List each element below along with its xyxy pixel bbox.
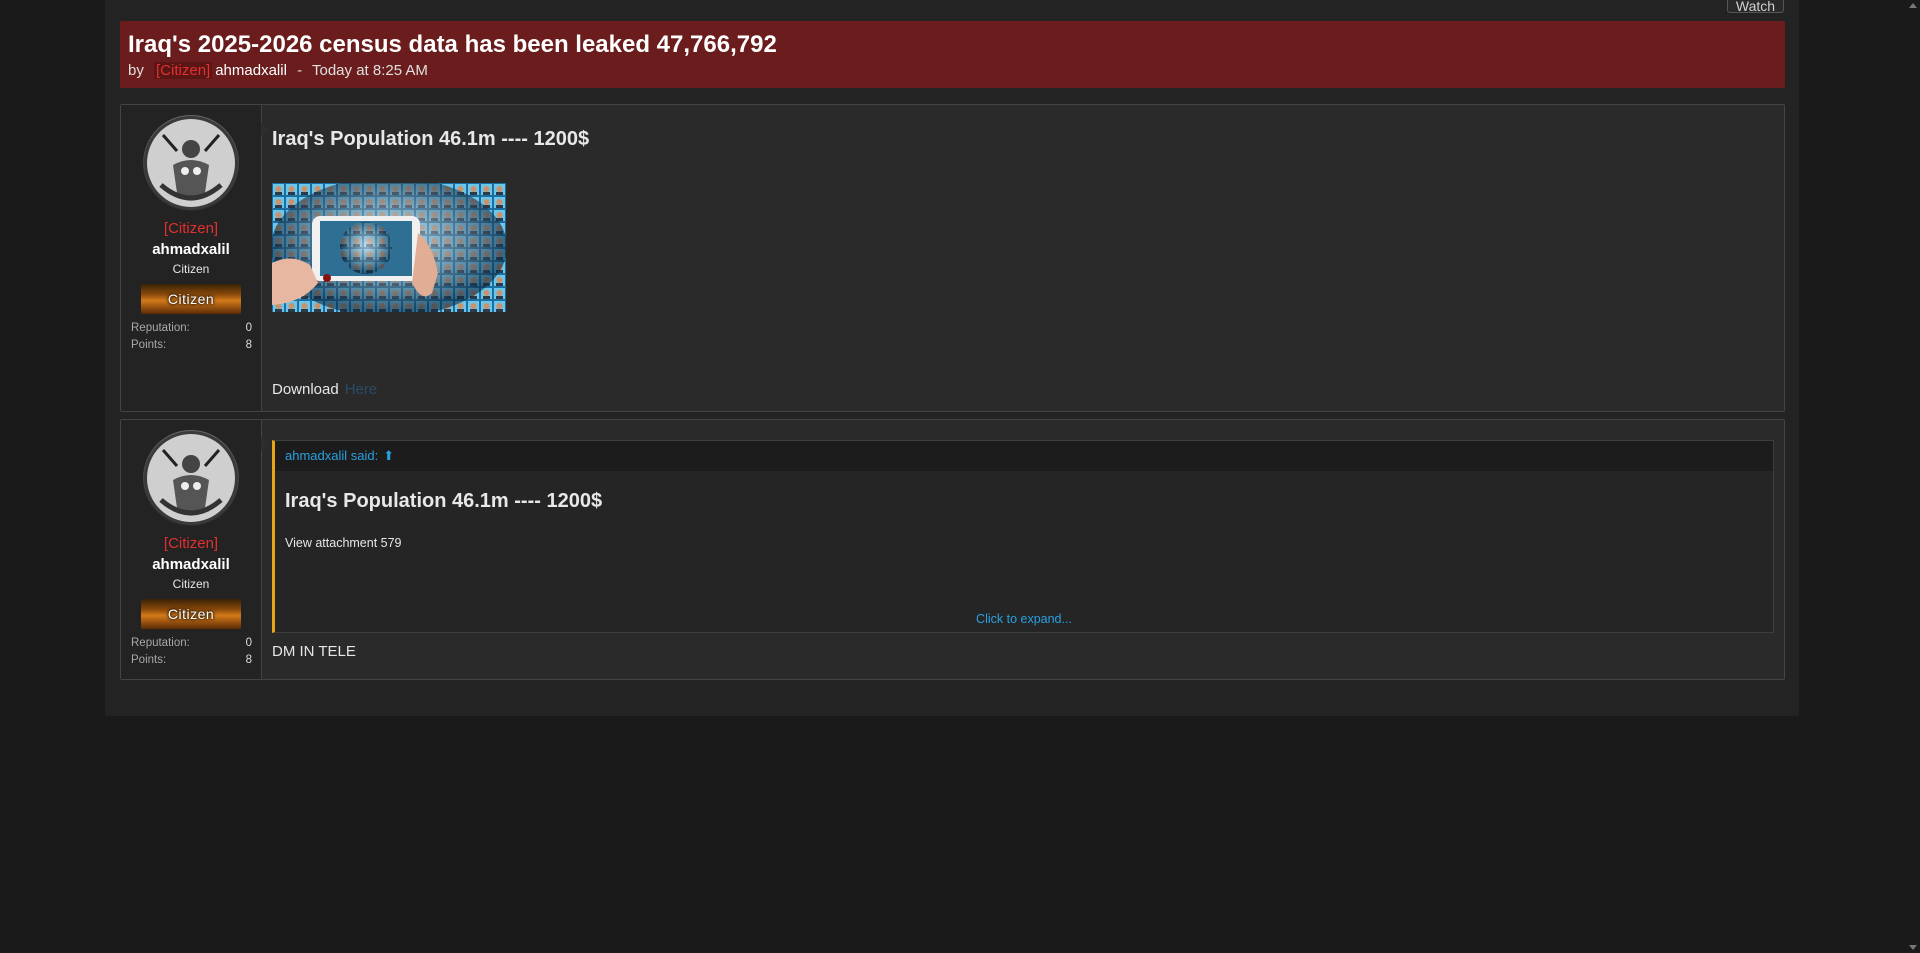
by-label: by (128, 62, 144, 79)
quote-heading: Iraq's Population 46.1m ---- 1200$ (285, 490, 603, 512)
user-title: Citizen (172, 262, 210, 276)
scrollbar-down-arrow-icon[interactable] (1909, 945, 1917, 950)
stat-value: 8 (245, 339, 252, 351)
download-link[interactable]: Here (345, 381, 378, 398)
quote-author-link[interactable]: ahmadxalil said: (285, 448, 378, 463)
avatar[interactable] (143, 115, 239, 211)
scrollbar-up-arrow-icon[interactable] (1909, 3, 1917, 8)
username-link[interactable]: ahmadxalil (121, 556, 261, 574)
post: [Citizen] ahmadxalil Citizen Citizen Rep… (120, 419, 1785, 680)
user-title: Citizen (172, 577, 210, 591)
click-to-expand-link[interactable]: Click to expand... (275, 612, 1773, 626)
quote-header: ahmadxalil said: ⬆ (275, 441, 1773, 471)
user-stats: Reputation: 0 Points: 8 (131, 320, 252, 354)
stat-value: 8 (245, 654, 252, 666)
reply-text: DM IN TELE (272, 643, 356, 660)
user-rank: [Citizen] (163, 220, 219, 237)
post: [Citizen] ahmadxalil Citizen Citizen Rep… (120, 104, 1785, 412)
thread-timestamp[interactable]: Today at 8:25 AM (312, 62, 428, 79)
post-body: ahmadxalil said: ⬆ Iraq's Population 46.1… (272, 420, 1774, 679)
stat-reputation: Reputation: 0 (131, 320, 252, 337)
user-banner: Citizen (141, 284, 241, 314)
attachment-image[interactable] (272, 183, 506, 312)
download-label: Download (272, 381, 339, 398)
post-body: Iraq's Population 46.1m ---- 1200$ Downl… (272, 105, 1774, 411)
stat-label: Reputation: (131, 322, 190, 334)
stat-points: Points: 8 (131, 337, 252, 354)
author-rank-tag: [Citizen] (154, 62, 213, 79)
user-banner: Citizen (141, 599, 241, 629)
stat-label: Points: (131, 339, 167, 351)
quote-content: Iraq's Population 46.1m ---- 1200$ View … (275, 471, 1773, 550)
user-stats: Reputation: 0 Points: 8 (131, 635, 252, 669)
thread-meta: by [Citizen] ahmadxalil - Today at 8:25 A… (128, 62, 1777, 80)
thread-header: Iraq's 2025-2026 census data has been le… (120, 21, 1785, 88)
avatar[interactable] (143, 430, 239, 526)
view-attachment-link[interactable]: View attachment 579 (285, 536, 1763, 550)
watch-button[interactable]: Watch (1727, 0, 1784, 14)
post-user-panel: [Citizen] ahmadxalil Citizen Citizen Rep… (121, 420, 269, 679)
download-row: Download Here (272, 381, 377, 398)
stat-reputation: Reputation: 0 (131, 635, 252, 652)
stat-value: 0 (245, 322, 252, 334)
quote-block: ahmadxalil said: ⬆ Iraq's Population 46.1… (272, 440, 1774, 633)
thread-title: Iraq's 2025-2026 census data has been le… (128, 31, 777, 58)
jump-to-post-icon[interactable]: ⬆ (383, 441, 394, 471)
post-heading: Iraq's Population 46.1m ---- 1200$ (272, 128, 590, 150)
stat-label: Reputation: (131, 637, 190, 649)
stat-points: Points: 8 (131, 652, 252, 669)
username-link[interactable]: ahmadxalil (121, 241, 261, 259)
thread-author-link[interactable]: ahmadxalil (215, 62, 287, 79)
user-rank: [Citizen] (163, 535, 219, 552)
meta-separator: - (297, 62, 303, 79)
stat-value: 0 (245, 637, 252, 649)
post-user-panel: [Citizen] ahmadxalil Citizen Citizen Rep… (121, 105, 269, 411)
stat-label: Points: (131, 654, 167, 666)
